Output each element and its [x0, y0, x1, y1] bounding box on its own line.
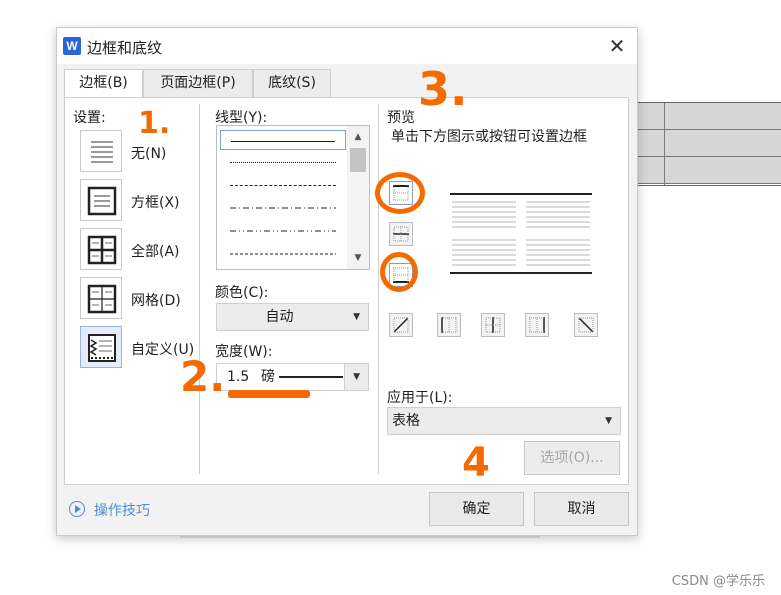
- wps-logo-icon: W: [63, 37, 81, 55]
- tab-borders[interactable]: 边框(B): [64, 69, 143, 99]
- annotation-circle-top: [375, 172, 425, 214]
- custom-border-icon: [88, 334, 116, 362]
- line-style-label: 线型(Y):: [215, 110, 268, 126]
- diagonal-down-border-button[interactable]: [574, 313, 598, 337]
- column-separator: [199, 104, 200, 474]
- preview-hint: 单击下方图示或按钮可设置边框: [391, 129, 587, 145]
- left-border-button[interactable]: [437, 313, 461, 337]
- ok-button[interactable]: 确定: [429, 492, 524, 526]
- diagonal-up-border-button[interactable]: [389, 313, 413, 337]
- setting-box-label: 方框(X): [131, 195, 180, 211]
- preview-area[interactable]: [450, 193, 592, 275]
- background-table: [620, 102, 781, 186]
- setting-grid-button[interactable]: [80, 277, 122, 319]
- color-value: 自动: [265, 309, 294, 325]
- cancel-button[interactable]: 取消: [534, 492, 629, 526]
- inside-horizontal-border-icon: [393, 226, 409, 242]
- width-value: 1.5: [227, 369, 250, 385]
- apply-to-dropdown[interactable]: 表格 ▼: [387, 407, 621, 435]
- setting-grid-label: 网格(D): [131, 293, 181, 309]
- grid-border-icon: [87, 284, 117, 314]
- background-table-row: [620, 157, 781, 184]
- scroll-down-icon[interactable]: ▼: [347, 249, 369, 267]
- no-border-icon: [91, 141, 113, 163]
- diagonal-up-border-icon: [393, 317, 409, 333]
- background-table-divider: [664, 103, 665, 185]
- line-style-option[interactable]: [220, 198, 346, 218]
- annotation-underline: [228, 390, 310, 398]
- setting-none-button[interactable]: [80, 130, 122, 172]
- options-button[interactable]: 选项(O)...: [524, 441, 620, 475]
- background-table-row: [620, 103, 781, 130]
- annotation-2: 2.: [180, 352, 226, 401]
- line-style-option[interactable]: [220, 152, 346, 172]
- right-border-button[interactable]: [525, 313, 549, 337]
- line-style-option[interactable]: [220, 244, 346, 264]
- setting-custom-button[interactable]: [80, 326, 122, 368]
- width-sample-line: [279, 376, 343, 378]
- scroll-up-icon[interactable]: ▲: [347, 128, 369, 146]
- play-circle-icon[interactable]: [69, 501, 85, 517]
- diagonal-down-border-icon: [578, 317, 594, 333]
- tips-link[interactable]: 操作技巧: [94, 500, 150, 520]
- annotation-4: 4: [462, 440, 490, 486]
- line-style-scrollbar[interactable]: ▲ ▼: [347, 126, 369, 269]
- close-icon[interactable]: ✕: [605, 34, 629, 58]
- inside-horizontal-border-button[interactable]: [389, 222, 413, 246]
- settings-label: 设置:: [73, 110, 106, 126]
- box-border-icon: [87, 186, 117, 216]
- borders-and-shading-dialog: W 边框和底纹 ✕ 边框(B) 页面边框(P) 底纹(S) 设置: 无(N) 方…: [56, 27, 638, 536]
- preview-label: 预览: [387, 110, 415, 126]
- background-divider: [180, 536, 540, 538]
- apply-to-label: 应用于(L):: [387, 390, 453, 406]
- setting-box-button[interactable]: [80, 179, 122, 221]
- line-style-option[interactable]: [220, 221, 346, 241]
- tab-page-borders[interactable]: 页面边框(P): [143, 69, 253, 97]
- width-dropdown[interactable]: 1.5 磅 ▼: [216, 363, 369, 391]
- dialog-title: 边框和底纹: [87, 39, 163, 57]
- inside-vertical-border-button[interactable]: [481, 313, 505, 337]
- line-style-list[interactable]: ▲ ▼: [216, 125, 370, 270]
- background-table-row: [620, 130, 781, 157]
- watermark: CSDN @学乐乐: [671, 574, 765, 589]
- right-border-icon: [529, 317, 545, 333]
- color-label: 颜色(C):: [215, 285, 269, 301]
- apply-to-value: 表格: [392, 413, 420, 429]
- left-border-icon: [441, 317, 457, 333]
- annotation-3: 3.: [418, 62, 468, 116]
- column-separator: [378, 104, 379, 474]
- line-style-option[interactable]: [220, 175, 346, 195]
- chevron-down-icon: ▼: [605, 416, 612, 426]
- all-borders-icon: [87, 235, 117, 265]
- tab-shading[interactable]: 底纹(S): [253, 69, 331, 97]
- annotation-1: 1.: [138, 106, 171, 141]
- setting-none-label: 无(N): [131, 146, 167, 162]
- color-dropdown[interactable]: 自动 ▼: [216, 303, 369, 331]
- inside-vertical-border-icon: [485, 317, 501, 333]
- setting-all-label: 全部(A): [131, 244, 180, 260]
- line-style-option[interactable]: [220, 130, 346, 150]
- setting-all-button[interactable]: [80, 228, 122, 270]
- title-bar: W 边框和底纹 ✕: [57, 28, 637, 64]
- scroll-thumb[interactable]: [350, 148, 366, 172]
- annotation-circle-bottom: [380, 252, 418, 292]
- width-unit: 磅: [261, 369, 275, 385]
- chevron-down-icon: ▼: [353, 372, 360, 382]
- borders-panel: 设置: 无(N) 方框(X) 全部(A) 网格(D) 自定义(U) 线型(Y):…: [64, 97, 629, 485]
- chevron-down-icon: ▼: [353, 312, 360, 322]
